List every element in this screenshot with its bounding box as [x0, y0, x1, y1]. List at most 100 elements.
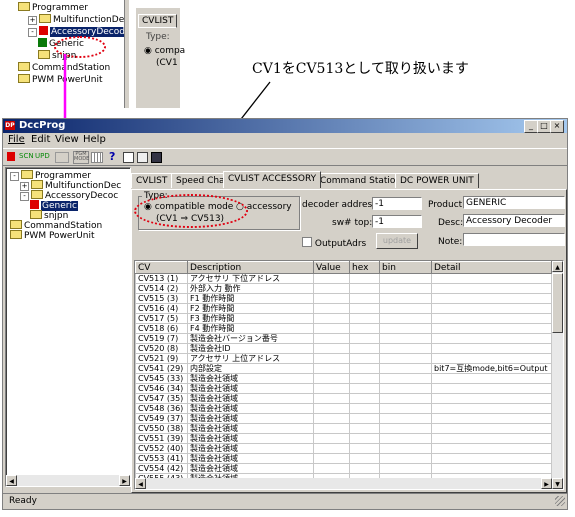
table-cell[interactable]: [349, 453, 380, 464]
table-cell[interactable]: [431, 273, 552, 284]
table-cell[interactable]: 製造会社領域: [187, 463, 314, 474]
table-cell[interactable]: [431, 453, 552, 464]
column-header[interactable]: Detail: [431, 261, 552, 274]
table-row[interactable]: CV549 (37) 製造会社領域: [135, 413, 552, 424]
table-cell[interactable]: [431, 343, 552, 354]
table-cell[interactable]: [431, 443, 552, 454]
table-row[interactable]: CV513 (1) アクセサリ 下位アドレス: [135, 273, 552, 284]
table-row[interactable]: CV554 (42) 製造会社領域: [135, 463, 552, 474]
resize-grip-icon[interactable]: [555, 496, 565, 506]
collapse-icon[interactable]: -: [28, 28, 37, 37]
table-row[interactable]: CV552 (40) 製造会社領域: [135, 443, 552, 454]
table-row[interactable]: CV547 (35) 製造会社領域: [135, 393, 552, 404]
menu-file[interactable]: File: [8, 134, 25, 145]
grid-icon[interactable]: [91, 152, 103, 163]
table-cell[interactable]: CV519 (7): [135, 333, 188, 344]
table-cell[interactable]: [349, 363, 380, 374]
table-cell[interactable]: 製造会社領域: [187, 373, 314, 384]
table-cell[interactable]: [349, 273, 380, 284]
table-cell[interactable]: bit7=互換mode,bit6=Output: [431, 363, 552, 374]
table-cell[interactable]: 製造会社領域: [187, 413, 314, 424]
table-cell[interactable]: CV552 (40): [135, 443, 188, 454]
table-cell[interactable]: 製造会社ID: [187, 343, 314, 354]
product-input[interactable]: [463, 196, 565, 209]
table-row[interactable]: CV551 (39) 製造会社領域: [135, 433, 552, 444]
table-row[interactable]: CV521 (9) アクセサリ 上位アドレス: [135, 353, 552, 364]
zoom-radio[interactable]: ◉ compa: [144, 46, 185, 56]
table-cell[interactable]: 製造会社領域: [187, 383, 314, 394]
table-cell[interactable]: [313, 423, 350, 434]
table-row[interactable]: CV516 (4) F2 動作時間: [135, 303, 552, 314]
table-cell[interactable]: CV541 (29): [135, 363, 188, 374]
grid-scroll-thumb[interactable]: [552, 273, 563, 333]
table-cell[interactable]: CV515 (3): [135, 293, 188, 304]
table-cell[interactable]: [379, 453, 432, 464]
table-row[interactable]: CV545 (33) 製造会社領域: [135, 373, 552, 384]
table-cell[interactable]: [379, 273, 432, 284]
table-cell[interactable]: [431, 433, 552, 444]
table-cell[interactable]: 製造会社領域: [187, 423, 314, 434]
table-cell[interactable]: 製造会社領域: [187, 443, 314, 454]
table-row[interactable]: CV548 (36) 製造会社領域: [135, 403, 552, 414]
maximize-button[interactable]: □: [537, 120, 551, 133]
table-cell[interactable]: [313, 343, 350, 354]
grid-vscrollbar[interactable]: ▲ ▼: [552, 261, 563, 489]
zoom-tab[interactable]: CVLIST: [138, 14, 178, 28]
collapse-icon[interactable]: -: [20, 192, 29, 201]
table-cell[interactable]: [349, 373, 380, 384]
table-cell[interactable]: [431, 463, 552, 474]
table-cell[interactable]: [313, 323, 350, 334]
table-cell[interactable]: [379, 283, 432, 294]
table-row[interactable]: CV546 (34) 製造会社領域: [135, 383, 552, 394]
table-cell[interactable]: 内部設定: [187, 363, 314, 374]
table-cell[interactable]: F2 動作時間: [187, 303, 314, 314]
tab-command-station[interactable]: Command Station: [315, 173, 407, 188]
table-cell[interactable]: [379, 463, 432, 474]
table-cell[interactable]: [349, 323, 380, 334]
table-cell[interactable]: [349, 413, 380, 424]
table-cell[interactable]: [349, 313, 380, 324]
table-cell[interactable]: [313, 463, 350, 474]
grid-hscrollbar[interactable]: ◀ ▶: [135, 478, 552, 489]
table-row[interactable]: CV519 (7) 製造会社バージョン番号: [135, 333, 552, 344]
table-cell[interactable]: [349, 283, 380, 294]
table-cell[interactable]: [349, 343, 380, 354]
table-cell[interactable]: [313, 433, 350, 444]
table-cell[interactable]: アクセサリ 下位アドレス: [187, 273, 314, 284]
table-cell[interactable]: [379, 443, 432, 454]
minimize-button[interactable]: _: [524, 120, 538, 133]
table-cell[interactable]: [313, 353, 350, 364]
table-row[interactable]: CV515 (3) F1 動作時間: [135, 293, 552, 304]
table-cell[interactable]: CV551 (39): [135, 433, 188, 444]
expand-icon[interactable]: +: [28, 16, 37, 25]
table-cell[interactable]: [313, 283, 350, 294]
update-button[interactable]: update: [376, 233, 418, 249]
table-cell[interactable]: [431, 353, 552, 364]
tree-item[interactable]: PWM PowerUnit: [10, 230, 94, 242]
table-row[interactable]: CV520 (8) 製造会社ID: [135, 343, 552, 354]
output-adrs-checkbox[interactable]: OutputAdrs: [302, 237, 366, 249]
table-cell[interactable]: [379, 333, 432, 344]
table-cell[interactable]: [379, 393, 432, 404]
table-cell[interactable]: CV554 (42): [135, 463, 188, 474]
tree-hscrollbar[interactable]: ◀ ▶: [6, 475, 130, 486]
table-cell[interactable]: CV520 (8): [135, 343, 188, 354]
table-cell[interactable]: CV546 (34): [135, 383, 188, 394]
table-cell[interactable]: [349, 463, 380, 474]
table-cell[interactable]: CV550 (38): [135, 423, 188, 434]
table-cell[interactable]: [431, 323, 552, 334]
table-cell[interactable]: CV548 (36): [135, 403, 188, 414]
table-cell[interactable]: [431, 403, 552, 414]
table-cell[interactable]: [431, 423, 552, 434]
scroll-down-button[interactable]: ▼: [552, 478, 563, 489]
table-cell[interactable]: CV518 (6): [135, 323, 188, 334]
table-cell[interactable]: [379, 413, 432, 424]
desc-input[interactable]: [463, 214, 565, 227]
table-cell[interactable]: [313, 373, 350, 384]
table-cell[interactable]: [379, 293, 432, 304]
table-row[interactable]: CV518 (6) F4 動作時間: [135, 323, 552, 334]
table-cell[interactable]: [313, 303, 350, 314]
scan-button[interactable]: SCN: [19, 152, 34, 160]
table-cell[interactable]: 製造会社領域: [187, 453, 314, 464]
table-cell[interactable]: CV514 (2): [135, 283, 188, 294]
